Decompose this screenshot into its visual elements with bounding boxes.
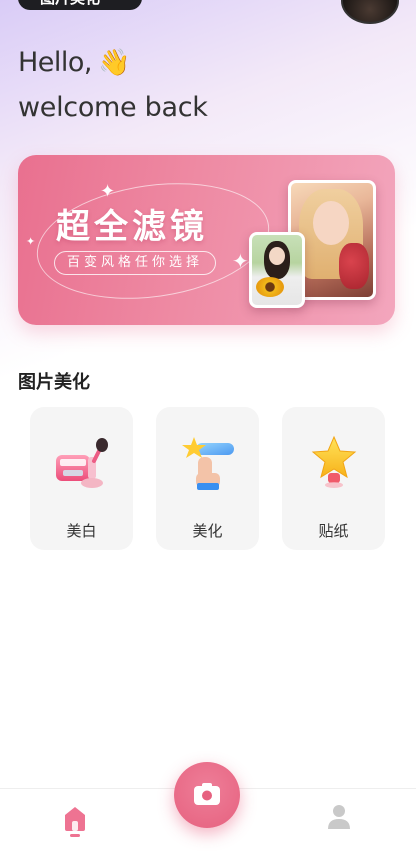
banner-subtitle: 百变风格任你选择 [54, 251, 216, 275]
camera-button[interactable] [174, 762, 240, 828]
sparkle-icon: ✦ [232, 249, 249, 273]
tool-sticker[interactable]: 贴纸 [282, 407, 385, 550]
filter-banner[interactable]: ✦ ✦ ✦ 超全滤镜 百变风格任你选择 [18, 155, 395, 325]
waving-hand-icon: 👋 [98, 48, 130, 78]
banner-photo-small [249, 232, 305, 308]
greeting-hello: Hello, [18, 47, 93, 78]
greeting-line-1: Hello, 👋 [18, 47, 130, 78]
makeup-kit-icon [56, 438, 108, 488]
avatar[interactable] [341, 0, 399, 24]
tool-whiten-label: 美白 [66, 522, 97, 540]
touch-star-icon [182, 437, 234, 490]
tool-whiten[interactable]: 美白 [30, 407, 133, 550]
tool-beautify[interactable]: 美化 [156, 407, 259, 550]
tool-beautify-label: 美化 [192, 522, 223, 540]
section-title: 图片美化 [18, 372, 90, 393]
user-icon[interactable] [326, 803, 352, 831]
sparkle-icon: ✦ [26, 235, 36, 248]
greeting-line-2: welcome back [18, 92, 208, 123]
home-icon[interactable] [62, 805, 88, 837]
tool-sticker-label: 贴纸 [318, 522, 349, 540]
star-sticker-icon [311, 435, 357, 488]
top-status-pill: 图片美化 [18, 0, 142, 10]
banner-title: 超全滤镜 [56, 207, 208, 247]
camera-icon [194, 783, 220, 805]
